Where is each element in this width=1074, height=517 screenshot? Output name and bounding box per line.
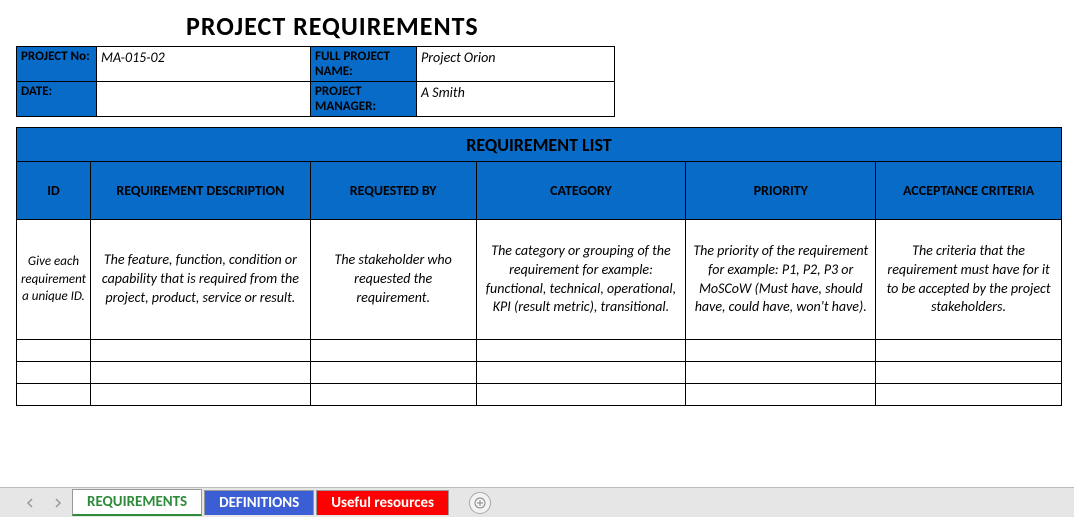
new-sheet-button[interactable] [469, 492, 491, 514]
requirements-table: REQUIREMENT LIST ID REQUIREMENT DESCRIPT… [16, 127, 1062, 406]
guidance-accept[interactable]: The criteria that the requirement must h… [876, 220, 1062, 340]
sheet-tabs: REQUIREMENTS DEFINITIONS Useful resource… [0, 487, 1074, 517]
date-value[interactable] [97, 82, 311, 117]
pm-label: PROJECT MANAGER: [311, 82, 417, 117]
tab-definitions[interactable]: DEFINITIONS [204, 490, 314, 515]
guidance-desc[interactable]: The feature, function, condition or capa… [90, 220, 310, 340]
guidance-priority[interactable]: The priority of the requirement for exam… [686, 220, 876, 340]
meta-table: PROJECT No: MA-015-02 FULL PROJECT NAME:… [16, 46, 615, 117]
col-description: REQUIREMENT DESCRIPTION [90, 162, 310, 220]
requirement-list-header: REQUIREMENT LIST [17, 128, 1062, 162]
pm-value[interactable]: A Smith [417, 82, 615, 117]
project-no-label: PROJECT No: [17, 47, 97, 82]
tab-requirements[interactable]: REQUIREMENTS [72, 489, 202, 516]
col-id: ID [17, 162, 91, 220]
col-priority: PRIORITY [686, 162, 876, 220]
guidance-id[interactable]: Give each requirement a unique ID. [17, 220, 91, 340]
guidance-reqby[interactable]: The stakeholder who requested the requir… [310, 220, 476, 340]
guidance-row: Give each requirement a unique ID. The f… [17, 220, 1062, 340]
project-no-value[interactable]: MA-015-02 [97, 47, 311, 82]
col-requested-by: REQUESTED BY [310, 162, 476, 220]
guidance-cat[interactable]: The category or grouping of the requirem… [476, 220, 686, 340]
table-row[interactable] [17, 340, 1062, 362]
table-row[interactable] [17, 362, 1062, 384]
col-acceptance: ACCEPTANCE CRITERIA [876, 162, 1062, 220]
table-row[interactable] [17, 384, 1062, 406]
full-name-label: FULL PROJECT NAME: [311, 47, 417, 82]
col-category: CATEGORY [476, 162, 686, 220]
tab-useful-resources[interactable]: Useful resources [316, 490, 449, 515]
full-name-value[interactable]: Project Orion [417, 47, 615, 82]
scroll-right-icon[interactable] [48, 493, 68, 513]
scroll-left-icon[interactable] [20, 493, 40, 513]
page-title: PROJECT REQUIREMENTS [186, 10, 1074, 42]
date-label: DATE: [17, 82, 97, 117]
